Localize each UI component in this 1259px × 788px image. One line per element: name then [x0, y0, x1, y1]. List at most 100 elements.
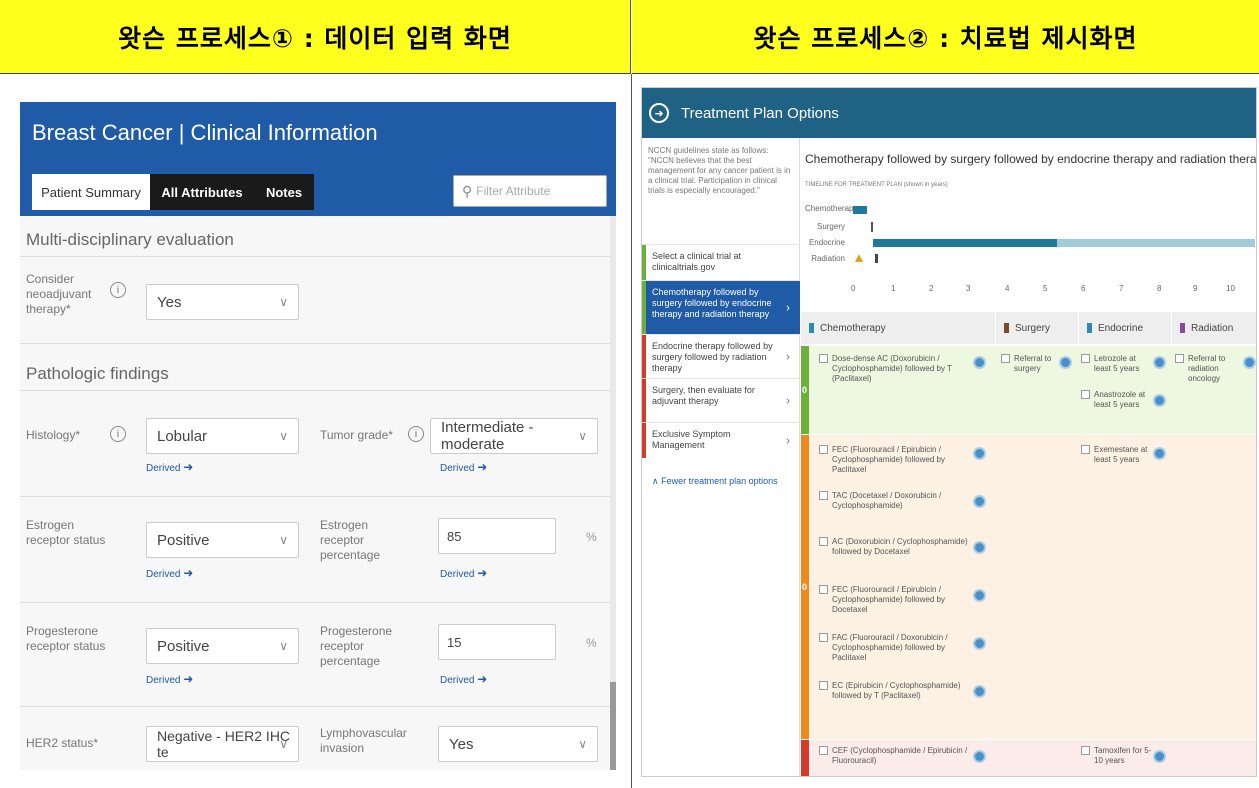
- info-icon[interactable]: [973, 447, 986, 460]
- pr-pct-input[interactable]: 15: [438, 624, 556, 660]
- checkbox[interactable]: [819, 537, 828, 546]
- derived-link[interactable]: Derived ➜: [440, 566, 487, 580]
- checkbox[interactable]: [1081, 390, 1090, 399]
- info-icon[interactable]: [1153, 447, 1166, 460]
- info-icon[interactable]: [973, 750, 986, 763]
- regimen-option[interactable]: Referral to radiation oncology: [1175, 354, 1241, 383]
- regimen-option[interactable]: FAC (Fluorouracil / Doxorubicin / Cyclop…: [819, 633, 969, 662]
- info-icon[interactable]: i: [408, 426, 424, 442]
- checkbox[interactable]: [1175, 354, 1184, 363]
- regimen-option[interactable]: Letrozole at least 5 years: [1081, 354, 1153, 378]
- info-icon[interactable]: [973, 637, 986, 650]
- checkbox[interactable]: [819, 354, 828, 363]
- info-icon[interactable]: [973, 589, 986, 602]
- chevron-right-icon: ›: [786, 300, 790, 314]
- info-icon[interactable]: [973, 356, 986, 369]
- column-radiation: Radiation: [1172, 312, 1256, 344]
- column-endocrine: Endocrine: [1079, 312, 1171, 344]
- chevron-down-icon: ∨: [279, 429, 288, 443]
- checkbox[interactable]: [819, 585, 828, 594]
- warning-icon: [855, 254, 863, 262]
- tab-patient-summary[interactable]: Patient Summary: [32, 174, 150, 210]
- clinical-header: Breast Cancer | Clinical Information Pat…: [20, 102, 616, 216]
- derived-link[interactable]: Derived ➜: [146, 672, 193, 686]
- legend-swatch: [1087, 323, 1092, 333]
- filter-input[interactable]: ⚲ Filter Attribute: [453, 175, 607, 207]
- separator: [20, 343, 610, 344]
- plan-option-symptom[interactable]: Exclusive Symptom Management ›: [642, 422, 800, 458]
- nccn-note: NCCN guidelines state as follows: "NCCN …: [648, 146, 791, 195]
- comparison-figure: 왓슨 프로세스① : 데이터 입력 화면 왓슨 프로세스② : 치료법 제시화면…: [0, 0, 1259, 788]
- left-caption: 왓슨 프로세스① : 데이터 입력 화면: [0, 0, 631, 74]
- checkbox[interactable]: [819, 445, 828, 454]
- expand-icon[interactable]: ➜: [649, 103, 669, 123]
- derived-link[interactable]: Derived ➜: [440, 460, 487, 474]
- plan-option-surgery[interactable]: Surgery, then evaluate for adjuvant ther…: [642, 378, 800, 422]
- info-icon[interactable]: [973, 541, 986, 554]
- right-caption: 왓슨 프로세스② : 치료법 제시화면: [632, 0, 1259, 74]
- plan-option-trial[interactable]: Select a clinical trial at clinicaltrial…: [642, 244, 800, 280]
- column-surgery: Surgery: [996, 312, 1078, 344]
- timeline-caption: TIMELINE FOR TREATMENT PLAN (shown in ye…: [805, 182, 948, 188]
- er-status-select[interactable]: Positive ∨: [146, 522, 299, 558]
- info-icon[interactable]: [1153, 394, 1166, 407]
- tab-notes[interactable]: Notes: [254, 174, 314, 210]
- legend-swatch: [1004, 323, 1009, 333]
- regimen-option[interactable]: CEF (Cyclophosphamide / Epirubicin / Flu…: [819, 746, 969, 770]
- lymph-select[interactable]: Yes ∨: [438, 726, 598, 762]
- info-icon[interactable]: i: [110, 426, 126, 442]
- regimen-option[interactable]: Referral to surgery: [1001, 354, 1061, 378]
- derived-link[interactable]: Derived ➜: [440, 672, 487, 686]
- chemo-bar: [853, 206, 867, 214]
- derived-link[interactable]: Derived ➜: [146, 460, 193, 474]
- info-icon[interactable]: [1243, 356, 1256, 369]
- timeline-label: Chemotherapy: [805, 204, 858, 213]
- info-icon[interactable]: i: [110, 282, 126, 298]
- er-pct-input[interactable]: 85: [438, 518, 556, 554]
- fewer-options-link[interactable]: ∧ Fewer treatment plan options: [652, 476, 778, 487]
- checkbox[interactable]: [1001, 354, 1010, 363]
- checkbox[interactable]: [1081, 746, 1090, 755]
- regimen-option[interactable]: FEC (Fluorouracil / Epirubicin / Cycloph…: [819, 585, 969, 614]
- checkbox[interactable]: [1081, 354, 1090, 363]
- regimen-option[interactable]: Dose-dense AC (Doxorubicin / Cyclophosph…: [819, 354, 969, 383]
- divider-line: [631, 74, 632, 788]
- page-title: Treatment Plan Options: [681, 104, 839, 122]
- checkbox[interactable]: [1081, 445, 1090, 454]
- scrollbar-thumb[interactable]: [610, 682, 616, 770]
- search-icon: ⚲: [462, 182, 473, 199]
- chevron-right-icon: ›: [786, 349, 790, 363]
- tab-all-attributes[interactable]: All Attributes: [150, 174, 254, 210]
- regimen-option[interactable]: Anastrozole at least 5 years: [1081, 390, 1153, 414]
- histology-select[interactable]: Lobular ∨: [146, 418, 299, 454]
- checkbox[interactable]: [819, 746, 828, 755]
- info-icon[interactable]: [1153, 750, 1166, 763]
- plan-option-chemo[interactable]: Chemotherapy followed by surgery followe…: [642, 280, 800, 334]
- checkbox[interactable]: [819, 491, 828, 500]
- tumor-grade-label: Tumor grade*: [320, 428, 393, 442]
- regimen-option[interactable]: FEC (Fluorouracil / Epirubicin / Cycloph…: [819, 445, 969, 474]
- checkbox[interactable]: [819, 633, 828, 642]
- info-icon[interactable]: [973, 685, 986, 698]
- regimen-group-other: CEF (Cyclophosphamide / Epirubicin / Flu…: [801, 740, 1256, 776]
- plan-option-endocrine[interactable]: Endocrine therapy followed by surgery fo…: [642, 334, 800, 378]
- tumor-grade-select[interactable]: Intermediate - moderate ∨: [430, 418, 598, 454]
- derived-link[interactable]: Derived ➜: [146, 566, 193, 580]
- tick-label: 4: [1005, 284, 1010, 293]
- regimen-option[interactable]: Exemestane at least 5 years: [1081, 445, 1153, 469]
- info-icon[interactable]: [973, 495, 986, 508]
- her2-select[interactable]: Negative - HER2 IHC te ∨: [146, 726, 299, 762]
- checkbox[interactable]: [819, 681, 828, 690]
- section-multidisciplinary: Multi-disciplinary evaluation: [26, 230, 234, 249]
- regimen-option[interactable]: AC (Doxorubicin / Cyclophosphamide) foll…: [819, 537, 969, 561]
- neoadjuvant-select[interactable]: Yes ∨: [146, 284, 299, 320]
- info-icon[interactable]: [1059, 356, 1072, 369]
- status-bar: [801, 740, 809, 776]
- regimen-option[interactable]: EC (Epirubicin / Cyclophosphamide) follo…: [819, 681, 969, 705]
- pr-status-select[interactable]: Positive ∨: [146, 628, 299, 664]
- regimen-option[interactable]: Tamoxifen for 5-10 years: [1081, 746, 1153, 770]
- info-icon[interactable]: [1153, 356, 1166, 369]
- regimen-option[interactable]: TAC (Docetaxel / Doxorubicin / Cyclophos…: [819, 491, 969, 515]
- treatment-screen: ➜ Treatment Plan Options NCCN guidelines…: [641, 87, 1257, 777]
- endocrine-bar: [873, 239, 1057, 247]
